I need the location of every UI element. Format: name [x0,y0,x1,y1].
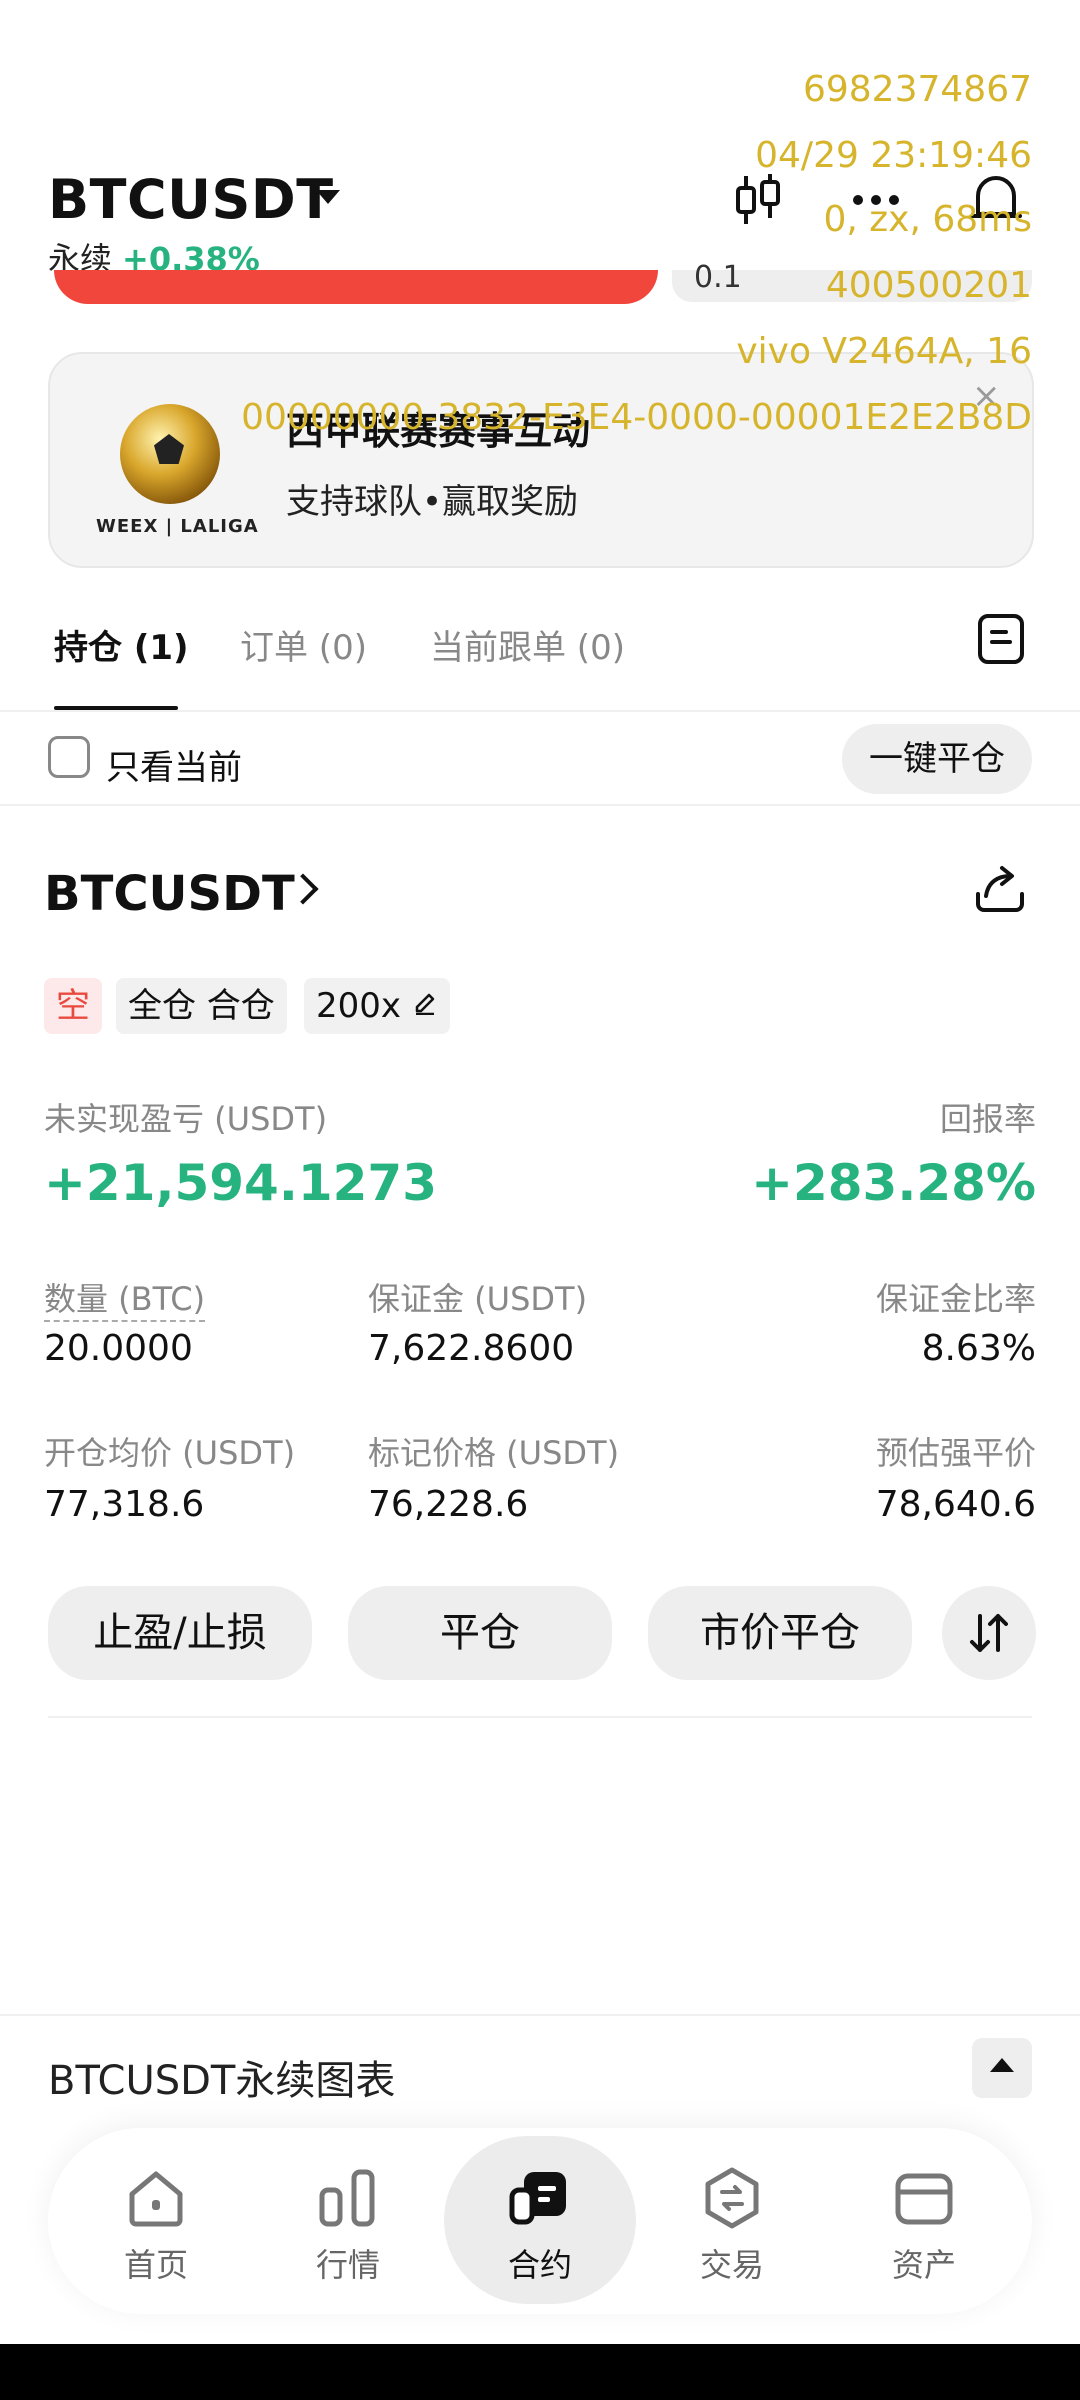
margin-ratio-label: 保证金比率 [875,1280,1036,1318]
nav-home-label[interactable]: 首页 [60,2240,252,2286]
mark-price-value: 76,228.6 [368,1484,529,1525]
brand-logo: WEEX | LALIGA [96,516,259,537]
entry-price-value: 77,318.6 [44,1484,205,1525]
swap-sort-button[interactable] [942,1586,1036,1680]
trade-icon[interactable] [700,2166,764,2230]
leverage-tag[interactable]: 200x [304,978,450,1034]
qty-value: 20.0000 [44,1328,193,1369]
tab-positions[interactable]: 持仓 (1) [54,620,189,669]
pnl-label: 未实现盈亏 (USDT) [44,1100,328,1138]
liq-price-label: 预估强平价 [875,1434,1036,1472]
system-navigation-bar [0,2344,1080,2400]
sell-bar [54,270,658,304]
margin-label: 保证金 (USDT) [368,1280,588,1318]
tabs-divider [0,710,1080,712]
nav-trade-label[interactable]: 交易 [636,2240,828,2286]
document-icon[interactable] [978,614,1024,664]
pnl-value: +21,594.1273 [44,1154,437,1212]
close-all-button[interactable]: 一键平仓 [842,724,1032,794]
symbol-title[interactable]: BTCUSDT [48,168,334,231]
overlay-line-1: 6982374867 [802,69,1032,110]
liq-price-value: 78,640.6 [875,1484,1036,1525]
expand-chart-icon[interactable] [972,2038,1032,2098]
home-icon[interactable] [124,2166,188,2230]
nav-futures-label[interactable]: 合约 [444,2240,636,2286]
banner-subtitle: 支持球队•赢取奖励 [286,482,579,522]
caret-down-icon[interactable] [316,190,340,204]
partial-value: 0.1 [694,260,742,295]
market-icon[interactable] [316,2166,380,2230]
tab-copy-orders[interactable]: 当前跟单 (0) [430,620,625,669]
chart-section-title[interactable]: BTCUSDT永续图表 [48,2048,395,2106]
margin-ratio-value: 8.63% [921,1328,1036,1369]
side-tag: 空 [44,978,102,1034]
only-current-checkbox[interactable] [48,736,90,778]
position-symbol[interactable]: BTCUSDT [44,866,295,922]
share-icon[interactable] [972,860,1028,916]
tab-orders[interactable]: 订单 (0) [240,620,367,669]
margin-mode-tag: 全仓 合仓 [116,978,287,1034]
candlestick-icon[interactable] [728,170,788,230]
overlay-line-5: vivo V2464A, 16 [736,331,1032,372]
nav-assets-label[interactable]: 资产 [828,2240,1020,2286]
close-position-button[interactable]: 平仓 [348,1586,612,1680]
overlay-line-3: 0, zx, 68ms [823,199,1032,240]
overlay-line-6: 00000000-3832-E3E4-0000-00001E2E2B8D [241,397,1032,438]
tp-sl-button[interactable]: 止盈/止损 [48,1586,312,1680]
edit-icon[interactable] [412,989,438,1016]
overlay-line-2: 04/29 23:19:46 [755,135,1032,176]
futures-icon[interactable] [508,2166,572,2230]
mark-price-label: 标记价格 (USDT) [368,1434,620,1472]
overlay-line-4: 400500201 [825,265,1032,306]
golden-ball-image [120,404,220,504]
margin-value: 7,622.8600 [368,1328,575,1369]
market-close-button[interactable]: 市价平仓 [648,1586,912,1680]
wallet-icon[interactable] [892,2166,956,2230]
swap-arrows-icon [970,1614,1008,1652]
entry-price-label: 开仓均价 (USDT) [44,1434,296,1472]
leverage-value: 200x [316,986,402,1026]
only-current-label: 只看当前 [106,748,242,788]
qty-label[interactable]: 数量 (BTC) [44,1274,206,1322]
roe-value: +283.28% [751,1154,1036,1212]
roe-label: 回报率 [939,1100,1036,1138]
filter-divider [0,804,1080,806]
chart-divider [0,2014,1080,2016]
card-divider [48,1716,1032,1718]
nav-market-label[interactable]: 行情 [252,2240,444,2286]
